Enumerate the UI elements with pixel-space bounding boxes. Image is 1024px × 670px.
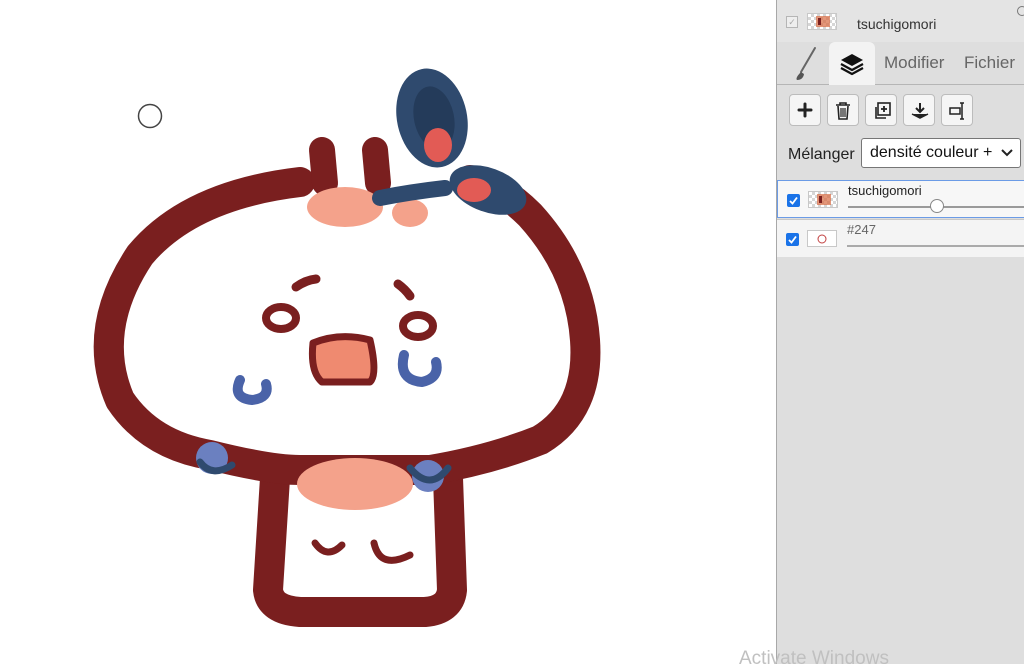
layer-name: tsuchigomori [848, 183, 922, 198]
tab-modifier[interactable]: Modifier [884, 42, 944, 84]
layer-thumbnail [808, 191, 838, 208]
transform-layer-button[interactable] [941, 94, 973, 126]
character-drawing [93, 68, 601, 627]
document-row[interactable]: ✓ tsuchigomori [777, 0, 1024, 42]
layers-icon [840, 54, 864, 76]
document-visibility-checkbox[interactable]: ✓ [786, 16, 798, 28]
duplicate-layer-button[interactable] [865, 94, 897, 126]
layer-toolbar [777, 94, 1024, 130]
trash-icon [836, 102, 850, 120]
brush-cursor-circle [137, 103, 163, 129]
activate-windows-watermark: Activate Windows [739, 648, 889, 669]
layer-thumbnail [807, 230, 837, 247]
transform-icon [949, 102, 964, 120]
blend-mode-label: Mélanger [788, 146, 855, 163]
document-name: tsuchigomori [857, 16, 937, 32]
layer-name: #247 [847, 222, 876, 237]
layer-row-tsuchigomori[interactable]: tsuchigomori [777, 180, 1024, 218]
layer-row-247[interactable]: #247 [777, 219, 1024, 257]
panel-tabs: Modifier Fichier [777, 42, 1024, 85]
blend-mode-row: Mélanger densité couleur + [777, 138, 1024, 170]
tab-fichier[interactable]: Fichier [964, 42, 1015, 84]
add-layer-button[interactable] [789, 94, 821, 126]
duplicate-layer-icon [875, 102, 891, 119]
drawing-canvas[interactable] [0, 0, 776, 664]
merge-down-icon [911, 103, 929, 119]
chevron-down-icon [1001, 149, 1013, 157]
tab-layers[interactable] [829, 42, 875, 85]
tab-brush[interactable] [789, 42, 825, 84]
layer-opacity-slider[interactable] [847, 245, 1024, 247]
blend-mode-select[interactable]: densité couleur + [861, 138, 1021, 168]
layer-opacity-thumb[interactable] [930, 199, 944, 213]
add-layer-icon [797, 102, 813, 118]
merge-down-button[interactable] [903, 94, 935, 126]
delete-layer-button[interactable] [827, 94, 859, 126]
panel-options-icon[interactable] [1017, 6, 1024, 16]
layer-visibility-checkbox[interactable] [787, 194, 800, 207]
layers-panel: ✓ tsuchigomori Modifier Fichier Mélanger… [776, 0, 1024, 664]
blend-mode-value: densité couleur + [870, 144, 993, 161]
document-thumbnail [807, 13, 837, 30]
layer-visibility-checkbox[interactable] [786, 233, 799, 246]
brush-icon [796, 47, 816, 80]
